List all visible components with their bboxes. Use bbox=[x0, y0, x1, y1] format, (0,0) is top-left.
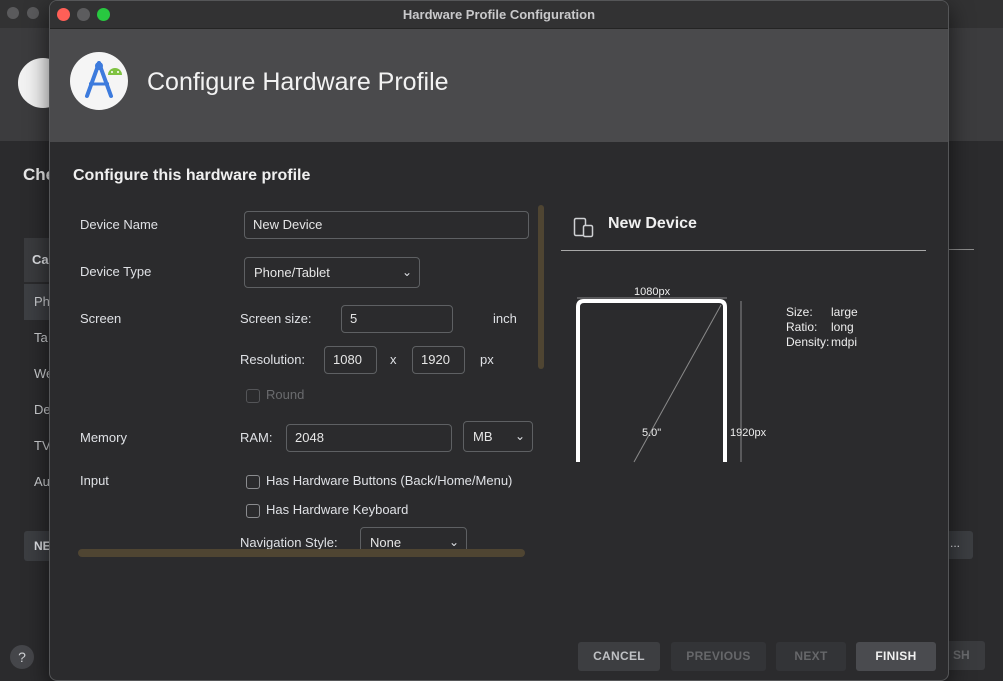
device-name-label: Device Name bbox=[80, 217, 159, 232]
window-title: Hardware Profile Configuration bbox=[402, 7, 596, 22]
round-label: Round bbox=[266, 387, 305, 402]
section-title: Configure this hardware profile bbox=[73, 167, 311, 184]
input-label: Input bbox=[80, 473, 109, 488]
background-clone-button-label: ... bbox=[950, 536, 961, 550]
help-button[interactable]: ? bbox=[10, 645, 34, 669]
resolution-height-input[interactable]: 1920 bbox=[412, 346, 465, 374]
device-type-label: Device Type bbox=[80, 264, 152, 279]
bg-close-icon bbox=[7, 7, 19, 19]
screen-label: Screen bbox=[80, 311, 122, 326]
ram-input[interactable]: 2048 bbox=[286, 424, 452, 452]
hardware-buttons-checkbox[interactable] bbox=[246, 475, 260, 489]
background-divider bbox=[946, 249, 974, 250]
navigation-style-label: Navigation Style: bbox=[240, 535, 338, 550]
spec-ratio-value: long bbox=[831, 320, 854, 334]
round-checkbox[interactable] bbox=[246, 389, 260, 403]
spec-density-key: Density: bbox=[786, 335, 830, 349]
device-type-select[interactable]: Phone/Tablet ⌄ bbox=[244, 257, 420, 288]
preview-width-label: 1080px bbox=[634, 286, 671, 298]
navigation-style-select[interactable]: None ⌄ bbox=[360, 527, 467, 551]
header-title: Configure Hardware Profile bbox=[147, 68, 449, 96]
preview-device-name: New Device bbox=[608, 215, 697, 232]
chevron-down-icon: ⌄ bbox=[401, 265, 412, 279]
phone-tablet-icon bbox=[573, 216, 595, 238]
navigation-style-row: Navigation Style: None ⌄ bbox=[50, 521, 540, 551]
android-studio-logo-icon bbox=[70, 52, 128, 110]
resolution-separator: x bbox=[390, 352, 397, 367]
resolution-width-input[interactable]: 1080 bbox=[324, 346, 377, 374]
previous-button[interactable]: PREVIOUS bbox=[671, 642, 766, 671]
screen-size-input[interactable]: 5 bbox=[341, 305, 453, 333]
dialog-header: Configure Hardware Profile bbox=[50, 29, 948, 142]
screen-size-unit: inch bbox=[493, 311, 517, 326]
background-category-label: Ca bbox=[32, 252, 49, 267]
bg-minimize-icon bbox=[27, 7, 39, 19]
spec-ratio-key: Ratio: bbox=[786, 320, 818, 334]
ram-unit-value: MB bbox=[473, 429, 493, 444]
spec-density-value: mdpi bbox=[831, 335, 858, 349]
preview-height-label: 1920px bbox=[730, 427, 767, 439]
finish-button[interactable]: FINISH bbox=[856, 642, 936, 671]
hardware-keyboard-label: Has Hardware Keyboard bbox=[266, 502, 409, 517]
background-finish-label: SH bbox=[953, 648, 970, 662]
spec-size-value: large bbox=[831, 305, 858, 319]
hardware-profile-dialog: Hardware Profile Configuration Configure… bbox=[49, 0, 949, 681]
resolution-unit: px bbox=[480, 352, 494, 367]
background-list-item[interactable]: Ta bbox=[34, 330, 48, 345]
ram-unit-select[interactable]: MB ⌄ bbox=[463, 421, 533, 452]
hardware-keyboard-checkbox[interactable] bbox=[246, 504, 260, 518]
preview-divider bbox=[561, 250, 926, 251]
device-name-input[interactable]: New Device bbox=[244, 211, 529, 239]
chevron-down-icon: ⌄ bbox=[448, 535, 459, 549]
spec-size-key: Size: bbox=[786, 305, 813, 319]
chevron-down-icon: ⌄ bbox=[514, 429, 525, 443]
hardware-buttons-label: Has Hardware Buttons (Back/Home/Menu) bbox=[266, 473, 513, 488]
preview-diagonal-label: 5.0" bbox=[642, 427, 662, 439]
background-list-item[interactable]: Ph bbox=[34, 294, 50, 309]
memory-label: Memory bbox=[80, 430, 127, 445]
ram-label: RAM: bbox=[240, 430, 273, 445]
form-vertical-scrollbar[interactable] bbox=[538, 205, 544, 369]
screen-size-label: Screen size: bbox=[240, 311, 312, 326]
cancel-button[interactable]: CANCEL bbox=[578, 642, 660, 671]
resolution-label: Resolution: bbox=[240, 352, 306, 367]
background-clone-button[interactable]: ... bbox=[945, 531, 973, 559]
device-type-value: Phone/Tablet bbox=[254, 265, 330, 280]
dialog-titlebar: Hardware Profile Configuration bbox=[50, 1, 948, 29]
form-horizontal-scrollbar[interactable] bbox=[78, 549, 525, 557]
next-button[interactable]: NEXT bbox=[776, 642, 846, 671]
background-list-item[interactable]: Au bbox=[34, 474, 50, 489]
navigation-style-value: None bbox=[370, 535, 402, 550]
